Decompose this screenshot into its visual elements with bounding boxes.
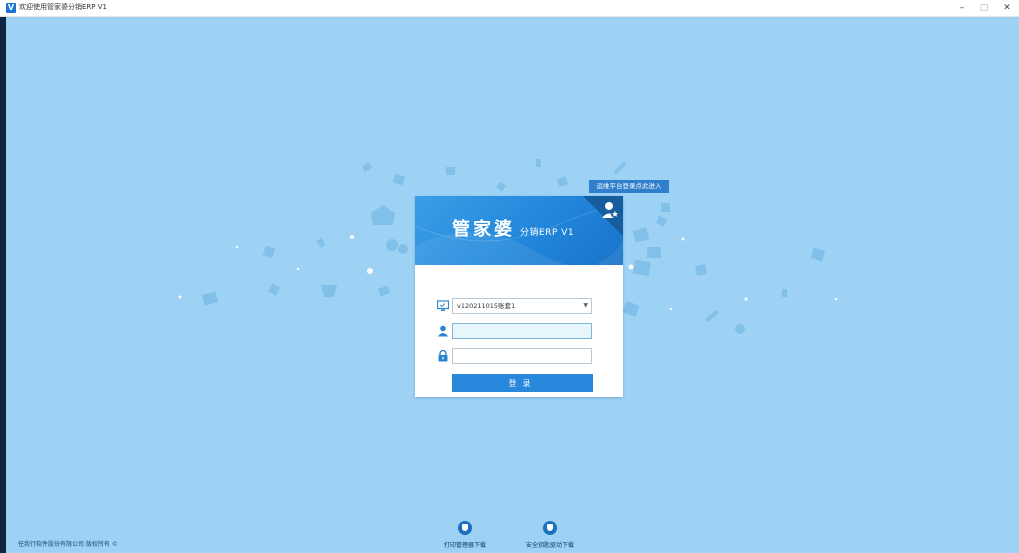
brand-subtitle: 分销ERP V1 bbox=[520, 228, 575, 238]
account-set-select[interactable]: v120211015账套1 ▼ bbox=[452, 298, 592, 314]
shield-icon bbox=[543, 521, 557, 535]
print-manager-download[interactable]: 打印管理器下载 bbox=[444, 521, 486, 549]
security-key-driver-download[interactable]: 安全钥匙驱动下载 bbox=[526, 521, 574, 549]
username-input[interactable] bbox=[452, 323, 592, 339]
account-set-value: v120211015账套1 bbox=[457, 302, 516, 310]
maximize-button[interactable]: □ bbox=[972, 1, 996, 15]
close-button[interactable]: ✕ bbox=[995, 1, 1019, 15]
download-label[interactable]: 打印管理器下载 bbox=[444, 540, 486, 549]
copyright-text: 任我行软件股份有限公司 版权所有 © bbox=[18, 541, 118, 548]
admin-user-icon[interactable] bbox=[601, 200, 619, 220]
login-button[interactable]: 登录 bbox=[452, 374, 593, 392]
title-bar: V 欢迎使用管家婆分销ERP V1 – □ ✕ bbox=[0, 0, 1019, 17]
lock-icon bbox=[438, 350, 448, 362]
chevron-down-icon[interactable]: ▼ bbox=[583, 299, 588, 313]
shield-icon bbox=[458, 521, 472, 535]
user-icon bbox=[437, 325, 449, 337]
password-input[interactable] bbox=[452, 348, 592, 364]
brand-name: 管家婆 bbox=[452, 219, 515, 240]
download-label[interactable]: 安全钥匙驱动下载 bbox=[526, 540, 574, 549]
window-title: 欢迎使用管家婆分销ERP V1 bbox=[19, 3, 107, 11]
login-background: 运维平台登录点此进入 管家婆 分销ERP V1 v120211015账套1 ▼ … bbox=[6, 17, 1019, 553]
ops-platform-login-link[interactable]: 运维平台登录点此进入 bbox=[589, 180, 669, 193]
login-card: 管家婆 分销ERP V1 v120211015账套1 ▼ 登录 bbox=[415, 196, 623, 397]
monitor-icon bbox=[437, 300, 449, 311]
minimize-button[interactable]: – bbox=[950, 1, 974, 15]
app-logo-icon: V bbox=[6, 3, 16, 13]
card-header: 管家婆 分销ERP V1 bbox=[415, 196, 623, 265]
